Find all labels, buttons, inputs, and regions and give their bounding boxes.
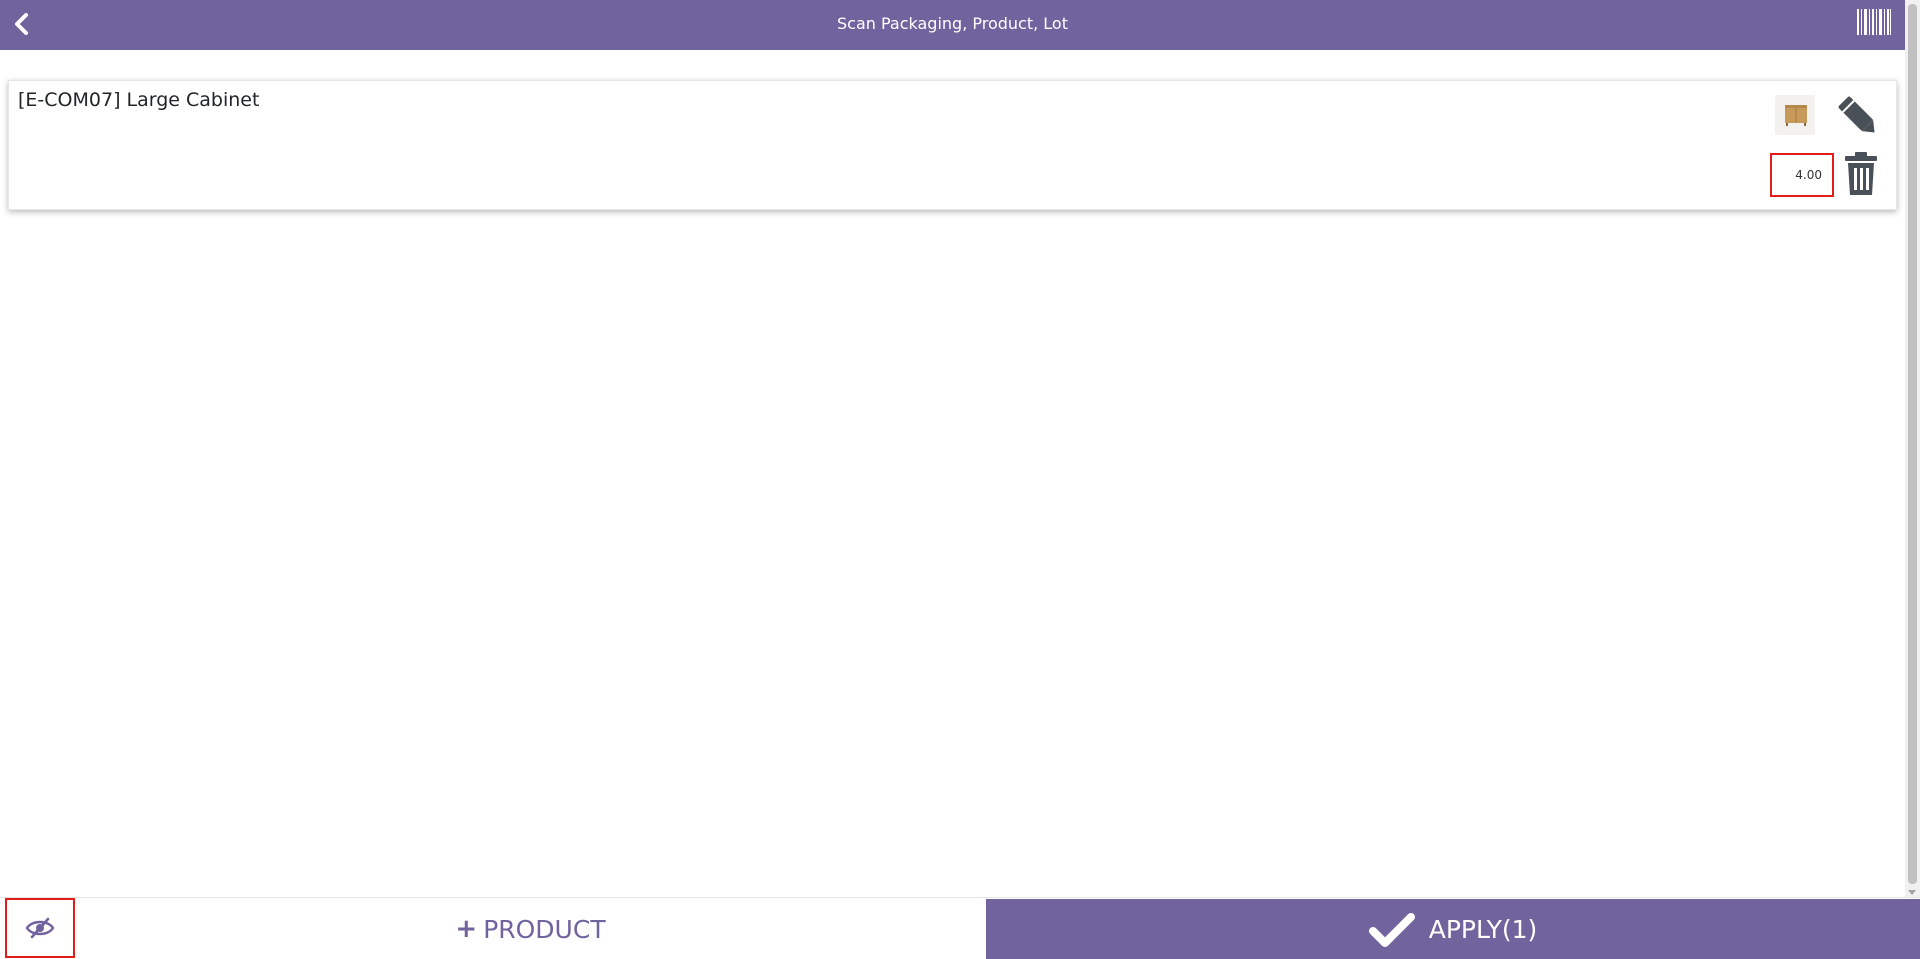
product-thumbnail [1775, 95, 1815, 135]
barcode-scan-button[interactable] [1856, 8, 1892, 36]
trash-icon [1845, 152, 1877, 195]
toggle-visibility-button[interactable] [5, 898, 75, 958]
delete-line-button[interactable] [1841, 151, 1881, 197]
inventory-line[interactable]: [E-COM07] Large Cabinet 4.00 [8, 80, 1897, 210]
plus-icon: + [455, 914, 478, 944]
page-title: Scan Packaging, Product, Lot [837, 13, 1068, 33]
barcode-icon [1857, 9, 1891, 35]
check-icon [1368, 912, 1415, 947]
scrollbar[interactable] [1905, 0, 1920, 897]
apply-button[interactable]: APPLY(1) [986, 899, 1920, 959]
product-name: [E-COM07] Large Cabinet [18, 89, 260, 111]
barcode-inventory-page: Scan Packaging, Product, Lot [E-COM07] L… [0, 0, 1920, 959]
apply-label: APPLY(1) [1428, 915, 1538, 944]
add-product-label: PRODUCT [483, 914, 606, 944]
add-product-button[interactable]: + PRODUCT [75, 898, 986, 959]
footer-bar: + PRODUCT APPLY(1) [0, 897, 1920, 959]
edit-line-button[interactable] [1837, 95, 1881, 139]
scroll-down-arrow-icon[interactable] [1908, 890, 1916, 895]
quantity-field[interactable]: 4.00 [1770, 153, 1834, 197]
eye-slash-icon [25, 917, 55, 939]
pencil-icon [1838, 96, 1875, 133]
scrollbar-thumb[interactable] [1908, 4, 1917, 884]
top-navbar: Scan Packaging, Product, Lot [0, 0, 1905, 50]
